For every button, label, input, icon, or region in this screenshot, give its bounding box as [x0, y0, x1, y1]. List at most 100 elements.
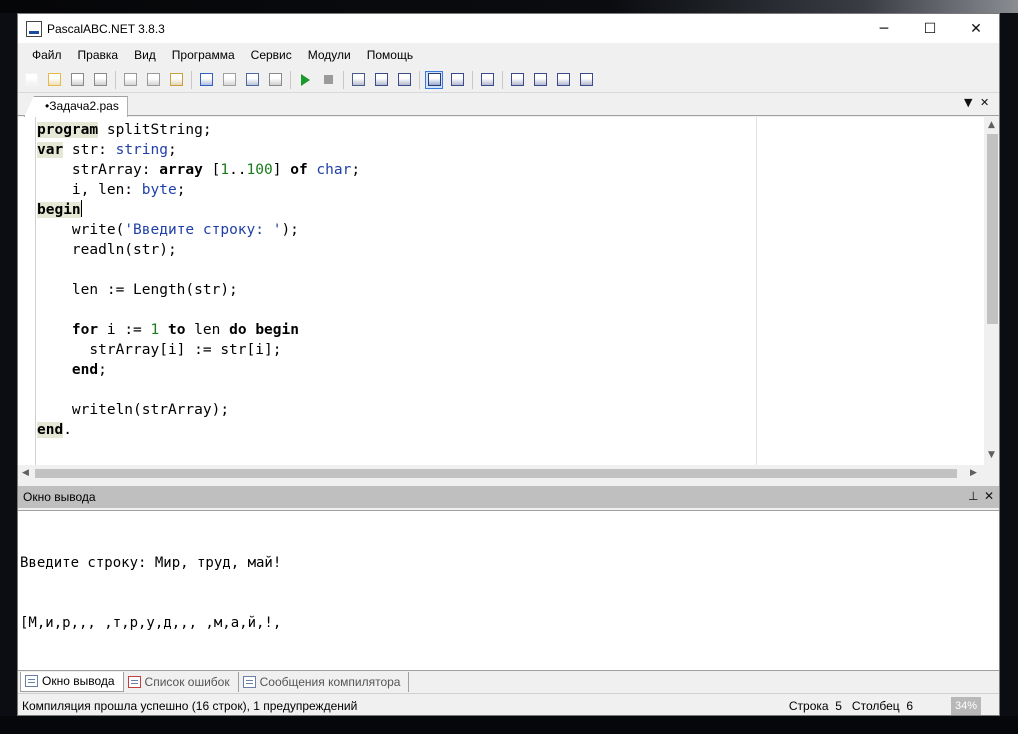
code-token-num: 1 — [220, 162, 230, 178]
code-line[interactable]: writeln(strArray); — [37, 400, 752, 420]
output-line: [М,и,р,,, ,т,р,у,д,,, ,м,а,й,!, — [20, 615, 282, 631]
maximize-button[interactable]: ☐ — [907, 14, 953, 43]
run-button[interactable] — [296, 71, 314, 89]
code-line[interactable] — [37, 260, 752, 280]
pin-icon[interactable]: ⊥ — [968, 489, 978, 503]
stop-button[interactable] — [319, 71, 337, 89]
undo-button[interactable] — [197, 71, 215, 89]
tab-zadacha2[interactable]: •Задача2.pas — [24, 96, 128, 117]
code-line[interactable]: begin — [37, 200, 752, 220]
horizontal-scrollbar[interactable]: ◀ ▶ — [18, 465, 984, 482]
scroll-left-icon[interactable]: ◀ — [22, 468, 29, 478]
tab-compiler-messages[interactable]: Сообщения компилятора — [239, 671, 410, 692]
format-code-button[interactable] — [448, 71, 466, 89]
code-token: strArray[i] := str[i]; — [37, 342, 282, 358]
code-line[interactable]: readln(str); — [37, 240, 752, 260]
code-line[interactable]: program splitString; — [37, 120, 752, 140]
code-line[interactable] — [37, 300, 752, 320]
code-token: i, len: — [37, 182, 142, 198]
scroll-down-icon[interactable]: ▼ — [988, 450, 995, 460]
code-token-kw-hl: end — [37, 422, 64, 438]
find-button[interactable] — [243, 71, 261, 89]
code-token-kw: for — [71, 322, 99, 338]
code-line[interactable]: for i := 1 to len do begin — [37, 320, 752, 340]
reference-icon — [579, 73, 593, 86]
zoom-level[interactable]: 34% — [951, 696, 981, 715]
menu-program[interactable]: Программа — [164, 48, 243, 62]
code-token: ; — [176, 182, 186, 198]
close-panel-icon[interactable]: ✕ — [984, 489, 994, 503]
reference-button[interactable] — [577, 71, 595, 89]
code-line[interactable]: write('Введите строку: '); — [37, 220, 752, 240]
menu-file[interactable]: Файл — [24, 48, 70, 62]
library-icon — [556, 73, 570, 86]
menu-service[interactable]: Сервис — [243, 48, 300, 62]
code-token-ty: char — [316, 162, 352, 178]
cut-button[interactable] — [121, 71, 139, 89]
menu-edit[interactable]: Правка — [70, 48, 127, 62]
code-token: .. — [229, 162, 247, 178]
code-template-icon — [510, 73, 524, 86]
new-file-button[interactable] — [22, 71, 40, 89]
minimize-button[interactable]: ─ — [861, 14, 907, 43]
output-console[interactable]: Введите строку: Мир, труд, май! [М,и,р,,… — [18, 510, 999, 670]
paste-button[interactable] — [167, 71, 185, 89]
code-text[interactable]: program splitString; var str: string; str… — [37, 120, 752, 440]
vertical-scroll-thumb[interactable] — [987, 134, 998, 324]
menu-view[interactable]: Вид — [126, 48, 164, 62]
form-designer-button[interactable] — [478, 71, 496, 89]
title-bar[interactable]: PascalABC.NET 3.8.3 ─ ☐ ✕ — [18, 14, 999, 43]
open-folder-button[interactable] — [45, 71, 63, 89]
console-button[interactable] — [425, 70, 443, 89]
close-button[interactable]: ✕ — [953, 14, 999, 43]
code-line[interactable]: end. — [37, 420, 752, 440]
replace-icon — [268, 73, 282, 86]
tab-error-list-label: Список ошибок — [144, 674, 230, 689]
code-token-kw-hl: var — [37, 142, 64, 158]
copy-icon — [146, 73, 160, 86]
redo-button[interactable] — [220, 71, 238, 89]
scroll-right-icon[interactable]: ▶ — [970, 468, 977, 478]
vertical-scrollbar[interactable]: ▲ ▼ — [984, 117, 999, 465]
step-over-button[interactable] — [395, 71, 413, 89]
code-token-kw: do — [229, 322, 247, 338]
tab-output-window[interactable]: Окно вывода — [20, 671, 124, 692]
redo-icon — [222, 73, 236, 86]
close-tab-icon[interactable]: ✕ — [980, 96, 989, 109]
code-line[interactable]: var str: string; — [37, 140, 752, 160]
compile-icon — [351, 73, 365, 86]
tab-error-list[interactable]: Список ошибок — [124, 671, 239, 692]
code-editor[interactable]: program splitString; var str: string; str… — [18, 117, 999, 482]
menu-help[interactable]: Помощь — [359, 48, 421, 62]
code-token-kw-hl: program — [37, 122, 99, 138]
code-line[interactable]: i, len: byte; — [37, 180, 752, 200]
code-token-str: 'Введите строку: ' — [124, 222, 282, 238]
desktop-taskbar-area — [0, 716, 1018, 734]
code-line[interactable]: strArray[i] := str[i]; — [37, 340, 752, 360]
scroll-up-icon[interactable]: ▲ — [988, 120, 995, 130]
code-template-button[interactable] — [508, 71, 526, 89]
code-token: readln(str); — [37, 242, 177, 258]
output-line: Введите строку: Мир, труд, май! — [20, 555, 282, 571]
save-button[interactable] — [68, 71, 86, 89]
code-token-kw: of — [290, 162, 308, 178]
menu-modules[interactable]: Модули — [300, 48, 359, 62]
horizontal-scroll-thumb[interactable] — [35, 469, 957, 478]
code-token: write( — [37, 222, 125, 238]
code-line[interactable]: len := Length(str); — [37, 280, 752, 300]
copy-button[interactable] — [144, 71, 162, 89]
module-button[interactable] — [531, 71, 549, 89]
replace-button[interactable] — [266, 71, 284, 89]
step-into-button[interactable] — [372, 71, 390, 89]
paste-icon — [169, 73, 183, 86]
tab-list-dropdown-icon[interactable]: ▼ — [964, 96, 972, 109]
status-bar: Компиляция прошла успешно (16 строк), 1 … — [18, 693, 999, 715]
code-line[interactable]: end; — [37, 360, 752, 380]
compile-button[interactable] — [349, 71, 367, 89]
save-all-button[interactable] — [91, 71, 109, 89]
code-token-ty: string — [115, 142, 168, 158]
library-button[interactable] — [554, 71, 572, 89]
code-line[interactable] — [37, 380, 752, 400]
code-line[interactable]: strArray: array [1..100] of char; — [37, 160, 752, 180]
